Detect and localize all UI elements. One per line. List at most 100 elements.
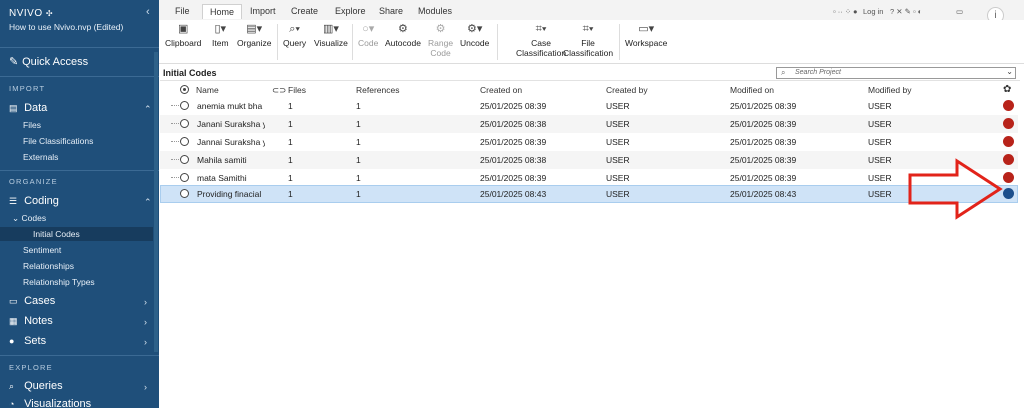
tab-share[interactable]: Share [379, 6, 403, 16]
column-header-created-on[interactable]: Created on [480, 85, 522, 95]
sidebar-item-notes[interactable]: ▦ Notes [9, 315, 53, 327]
toolbar-icons[interactable]: ? ✕ ✎ ▫ ◐ [890, 7, 922, 16]
color-dot[interactable] [1003, 188, 1014, 199]
column-header-created-by[interactable]: Created by [606, 85, 648, 95]
select-all-radio[interactable] [180, 85, 189, 94]
chevron-right-icon[interactable]: › [144, 337, 147, 347]
references-count: 1 [356, 189, 361, 199]
tab-home[interactable]: Home [202, 4, 243, 19]
sidebar-item-file-classifications[interactable]: File Classifications [23, 136, 93, 146]
modified-by: USER [868, 101, 892, 111]
row-radio[interactable] [180, 101, 189, 110]
references-count: 1 [356, 119, 361, 129]
code-name: anemia mukt bha [197, 101, 263, 111]
files-count: 1 [288, 119, 293, 129]
sidebar-item-relationship-types[interactable]: Relationship Types [23, 277, 95, 287]
search-icon: ⌕ [9, 381, 15, 391]
search-icon: ⌕ [781, 68, 786, 77]
column-header-files[interactable]: Files [288, 85, 306, 95]
modified-on: 25/01/2025 08:39 [730, 155, 797, 165]
chevron-up-icon[interactable]: ⌃ [144, 197, 152, 208]
table-row[interactable]: Jannai Suraksha y 1 1 25/01/2025 08:39 U… [160, 133, 1018, 151]
column-header-references[interactable]: References [356, 85, 399, 95]
chevron-down-icon[interactable]: ⌄ [1006, 67, 1013, 76]
search-placeholder: Search Project [795, 69, 841, 76]
tab-modules[interactable]: Modules [418, 6, 452, 16]
color-dot[interactable] [1003, 172, 1014, 183]
code-name: Mahila samiti [197, 155, 247, 165]
search-input[interactable]: ⌕ Search Project ⌄ [776, 67, 1016, 79]
section-label-import: IMPORT [9, 84, 46, 93]
uncode-icon: ⚙▾ [466, 23, 483, 35]
quick-tools-icon[interactable]: ▫ ·· ⁘ [833, 7, 851, 16]
row-radio[interactable] [180, 173, 189, 182]
table-row[interactable]: Mahila samiti 1 1 25/01/2025 08:38 USER … [160, 151, 1018, 169]
row-radio[interactable] [180, 137, 189, 146]
range-code-button[interactable]: ⚙ Range Code [428, 24, 453, 59]
column-header-modified-by[interactable]: Modified by [868, 85, 911, 95]
chevron-right-icon[interactable]: › [144, 382, 147, 392]
table-row-selected[interactable]: Providing finacial 1 1 25/01/2025 08:43 … [160, 185, 1018, 203]
chevron-up-icon[interactable]: ⌃ [144, 104, 152, 115]
sidebar-item-data[interactable]: ▤ Data [9, 102, 47, 114]
tab-create[interactable]: Create [291, 6, 318, 16]
color-dot[interactable] [1003, 118, 1014, 129]
workspace-button[interactable]: ▭▾ Workspace [625, 24, 667, 49]
clipboard-button[interactable]: ▣ Clipboard [165, 24, 201, 49]
sidebar-item-files[interactable]: Files [23, 120, 41, 130]
table-row[interactable]: anemia mukt bha 1 1 25/01/2025 08:39 USE… [160, 97, 1018, 115]
collapse-sidebar-icon[interactable]: ‹ [146, 6, 150, 18]
files-count: 1 [288, 173, 293, 183]
sidebar-item-visualizations[interactable]: ◔ Visualizations [9, 398, 91, 408]
autocode-icon: ⚙ [398, 23, 408, 35]
visualize-button[interactable]: ▥▾ Visualize [314, 24, 348, 49]
code-name: Jannai Suraksha y [197, 137, 265, 147]
created-by: USER [606, 101, 630, 111]
column-header-modified-on[interactable]: Modified on [730, 85, 774, 95]
file-classification-button[interactable]: ⌗▾ File Classification [563, 24, 613, 59]
row-radio[interactable] [180, 189, 189, 198]
coding-icon: ☰ [9, 196, 18, 206]
row-radio[interactable] [180, 119, 189, 128]
column-header-name[interactable]: Name [196, 85, 219, 95]
sidebar-item-queries[interactable]: ⌕ Queries [9, 380, 63, 392]
sidebar-item-codes[interactable]: ⌄ Codes [12, 213, 46, 224]
color-column-icon[interactable]: ✿ [1003, 84, 1011, 95]
modified-on: 25/01/2025 08:39 [730, 137, 797, 147]
sidebar-scrollbar[interactable] [154, 52, 158, 352]
chevron-right-icon[interactable]: › [144, 297, 147, 307]
login-link[interactable]: Log in [863, 7, 883, 16]
color-dot[interactable] [1003, 100, 1014, 111]
modified-by: USER [868, 155, 892, 165]
tab-explore[interactable]: Explore [335, 6, 366, 16]
organize-button[interactable]: ▤▾ Organize [237, 24, 272, 49]
tree-line [171, 105, 179, 106]
code-button[interactable]: ○▾ Code [358, 24, 378, 49]
sidebar-item-sets[interactable]: ● Sets [9, 335, 46, 347]
tab-import[interactable]: Import [250, 6, 276, 16]
color-dot[interactable] [1003, 136, 1014, 147]
chevron-right-icon[interactable]: › [144, 317, 147, 327]
sidebar-item-initial-codes[interactable]: Initial Codes [33, 229, 80, 239]
sidebar-item-cases[interactable]: ▭ Cases [9, 295, 55, 307]
minimize-icon[interactable]: ▭ [956, 7, 963, 16]
references-count: 1 [356, 101, 361, 111]
color-dot[interactable] [1003, 154, 1014, 165]
sidebar-item-coding[interactable]: ☰ Coding [9, 195, 59, 207]
row-radio[interactable] [180, 155, 189, 164]
query-button[interactable]: ⌕▾ Query [283, 24, 306, 49]
sidebar-item-sentiment[interactable]: Sentiment [23, 245, 61, 255]
code-name: Providing finacial [197, 189, 262, 199]
case-classification-button[interactable]: ⌗▾ Case Classification [516, 24, 566, 59]
table-row[interactable]: Janani Suraksha y 1 1 25/01/2025 08:38 U… [160, 115, 1018, 133]
uncode-button[interactable]: ⚙▾ Uncode [460, 23, 489, 49]
item-button[interactable]: ▯▾ Item [212, 24, 229, 49]
modified-by: USER [868, 119, 892, 129]
tab-file[interactable]: File [175, 6, 190, 16]
quick-access[interactable]: ✎ Quick Access [9, 55, 88, 68]
created-on: 25/01/2025 08:39 [480, 173, 547, 183]
sidebar-item-relationships[interactable]: Relationships [23, 261, 74, 271]
autocode-button[interactable]: ⚙ Autocode [385, 23, 421, 49]
annotation-arrow [908, 158, 1003, 220]
sidebar-item-externals[interactable]: Externals [23, 152, 58, 162]
